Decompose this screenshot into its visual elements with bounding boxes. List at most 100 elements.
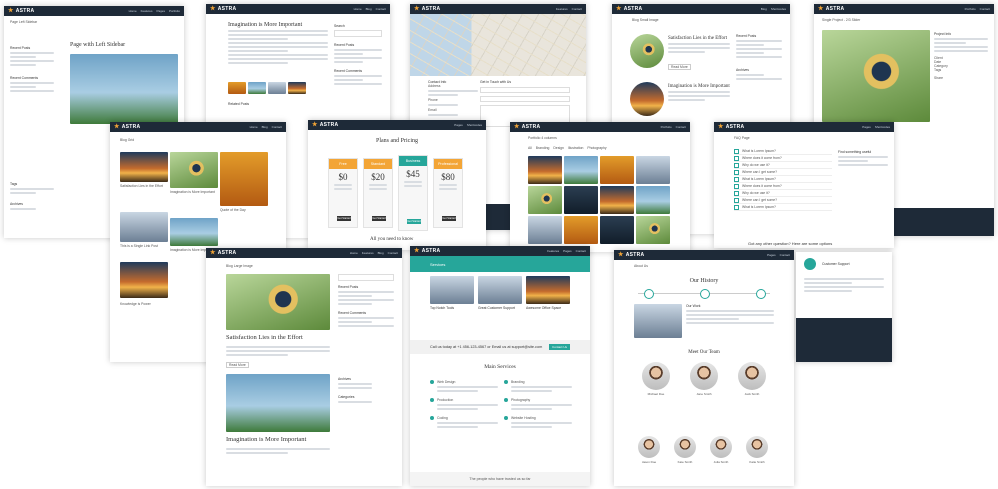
contact-us-button[interactable]: Contact Us [549, 344, 570, 350]
faq-item[interactable]: Why do we use it? [734, 162, 832, 169]
portfolio-item[interactable] [636, 156, 670, 184]
portfolio-item[interactable] [528, 156, 562, 184]
menu-item[interactable]: Pages [156, 9, 165, 13]
filter-design[interactable]: Design [553, 146, 564, 150]
grid-post-title[interactable]: Imagination is More Important [170, 190, 218, 194]
get-started-button[interactable]: Get Started [337, 216, 351, 221]
portfolio-item[interactable] [564, 216, 598, 244]
portfolio-item[interactable] [528, 186, 562, 214]
menu-item[interactable]: Shortcodes [875, 125, 890, 129]
menu-item[interactable]: Contact [376, 7, 386, 11]
menu-item[interactable]: Pages [767, 253, 776, 257]
menu-item[interactable]: Pages [563, 249, 572, 253]
grid-post-title[interactable]: Knowledge is Power [120, 302, 168, 306]
gallery-thumb[interactable] [248, 82, 266, 94]
menu-item[interactable]: Features [556, 7, 568, 11]
menu-item[interactable]: Contact [676, 125, 686, 129]
gallery-thumb[interactable] [228, 82, 246, 94]
grid-post-image[interactable] [120, 212, 168, 242]
team-avatar[interactable] [690, 362, 718, 390]
team-avatar[interactable] [746, 436, 768, 458]
portfolio-item[interactable] [600, 156, 634, 184]
filter-branding[interactable]: Branding [536, 146, 550, 150]
logo[interactable]: ★ ASTRA [210, 250, 236, 256]
logo[interactable]: ★ ASTRA [414, 248, 440, 254]
post-thumbnail[interactable] [630, 34, 664, 68]
faq-item[interactable]: Where does it come from? [734, 183, 832, 190]
menu-item[interactable]: Contact [388, 251, 398, 255]
get-started-button[interactable]: Get Started [372, 216, 386, 221]
logo[interactable]: ★ ASTRA [414, 6, 440, 12]
menu-item[interactable]: Pages [862, 125, 871, 129]
menu-item[interactable]: Shortcodes [467, 123, 482, 127]
timeline-dot[interactable] [700, 289, 710, 299]
gallery-thumb[interactable] [268, 82, 286, 94]
search-input[interactable] [334, 30, 382, 37]
filter-photography[interactable]: Photography [587, 146, 606, 150]
filter-all[interactable]: All [528, 146, 532, 150]
grid-post-image[interactable] [120, 152, 168, 182]
menu-item[interactable]: Blog [366, 7, 372, 11]
gallery-thumb[interactable] [288, 82, 306, 94]
menu-item[interactable]: Blog [262, 125, 268, 129]
grid-post-title[interactable]: Quote of the Day [220, 208, 268, 212]
portfolio-item[interactable] [600, 216, 634, 244]
filter-illustration[interactable]: Illustration [568, 146, 583, 150]
search-input[interactable] [338, 274, 394, 281]
team-avatar[interactable] [710, 436, 732, 458]
post-image[interactable] [226, 274, 330, 330]
faq-item[interactable]: What is Lorem Ipsum? [734, 176, 832, 183]
get-started-button[interactable]: Get Started [442, 216, 456, 221]
team-avatar[interactable] [674, 436, 696, 458]
menu-item[interactable]: Pages [454, 123, 463, 127]
grid-post-title[interactable]: This is a Single Link Post [120, 244, 168, 248]
team-avatar[interactable] [738, 362, 766, 390]
read-more-button[interactable]: Read More [226, 362, 249, 368]
menu-item[interactable]: Portfolio [169, 9, 180, 13]
menu-item[interactable]: Contact [980, 7, 990, 11]
post-title[interactable]: Imagination is More Important [668, 84, 730, 89]
logo[interactable]: ★ ASTRA [210, 6, 236, 12]
name-field[interactable] [480, 87, 570, 93]
menu-item[interactable]: Home [354, 7, 362, 11]
menu-item[interactable]: Home [129, 9, 137, 13]
get-started-button[interactable]: Get Started [407, 219, 421, 224]
menu-item[interactable]: Contact [572, 7, 582, 11]
logo[interactable]: ★ ASTRA [618, 252, 644, 258]
menu-item[interactable]: Contact [272, 125, 282, 129]
grid-post-image[interactable] [170, 152, 218, 188]
menu-item[interactable]: Home [350, 251, 358, 255]
menu-item[interactable]: Features [547, 249, 559, 253]
logo[interactable]: ★ ASTRA [616, 6, 642, 12]
portfolio-item[interactable] [636, 216, 670, 244]
portfolio-item[interactable] [600, 186, 634, 214]
menu-item[interactable]: Shortcodes [771, 7, 786, 11]
team-avatar[interactable] [638, 436, 660, 458]
portfolio-item[interactable] [564, 186, 598, 214]
logo[interactable]: ★ ASTRA [114, 124, 140, 130]
portfolio-item[interactable] [528, 216, 562, 244]
portfolio-item[interactable] [564, 156, 598, 184]
menu-item[interactable]: Contact [780, 253, 790, 257]
logo[interactable]: ★ ASTRA [514, 124, 540, 130]
timeline-dot[interactable] [644, 289, 654, 299]
faq-item[interactable]: What is Lorem Ipsum? [734, 204, 832, 211]
read-more-link[interactable]: Read More [668, 64, 691, 70]
faq-item[interactable]: What is Lorem Ipsum? [734, 148, 832, 155]
post-title[interactable]: Satisfaction Lies in the Effort [668, 36, 730, 41]
menu-item[interactable]: Features [141, 9, 153, 13]
menu-item[interactable]: Contact [576, 249, 586, 253]
menu-item[interactable]: Blog [761, 7, 767, 11]
grid-post-image[interactable] [220, 152, 268, 206]
portfolio-item[interactable] [636, 186, 670, 214]
logo[interactable]: ★ ASTRA [818, 6, 844, 12]
menu-item[interactable]: Home [250, 125, 258, 129]
post-title[interactable]: Imagination is More Important [226, 436, 336, 443]
faq-item[interactable]: Why do we use it? [734, 190, 832, 197]
faq-item[interactable]: Where can I get some? [734, 169, 832, 176]
menu-item[interactable]: Features [362, 251, 374, 255]
grid-post-image[interactable] [170, 218, 218, 246]
logo[interactable]: ★ ASTRA [718, 124, 744, 130]
menu-item[interactable]: Portfolio [661, 125, 672, 129]
menu-item[interactable]: Portfolio [965, 7, 976, 11]
